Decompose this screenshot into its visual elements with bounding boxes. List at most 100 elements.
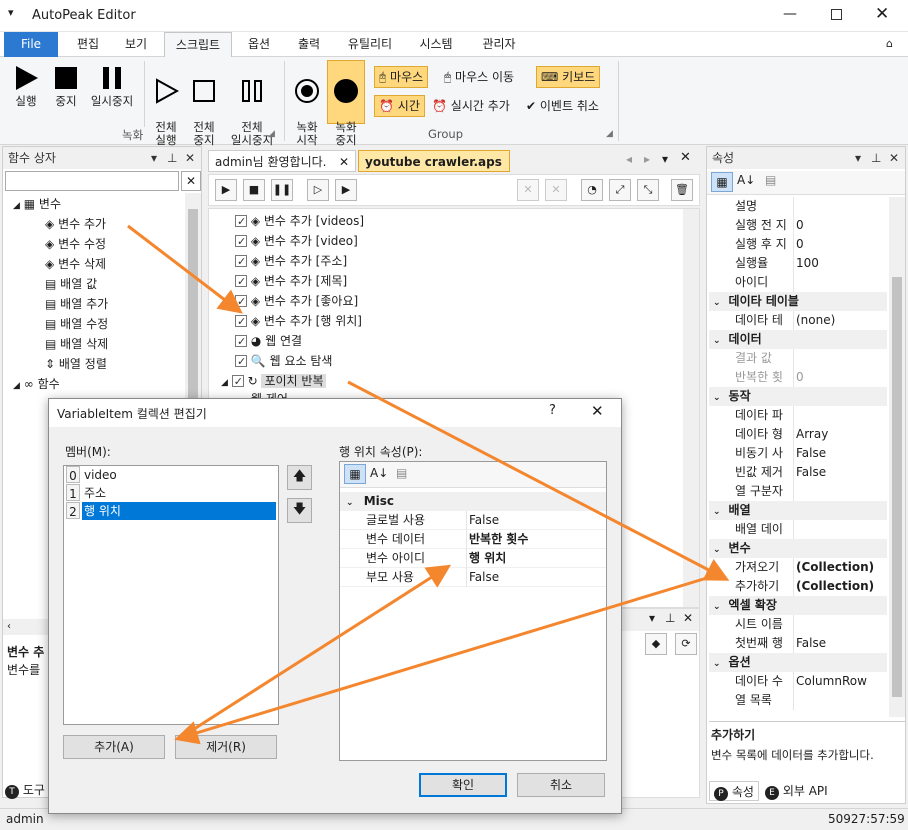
cancel-button[interactable]: 취소 bbox=[517, 773, 605, 797]
script-line[interactable]: ◕ 웹 연결 bbox=[235, 331, 302, 352]
function-search-input[interactable] bbox=[5, 171, 179, 191]
tab-system[interactable]: 시스템 bbox=[410, 32, 462, 57]
member-item[interactable]: 1 주소 bbox=[64, 484, 278, 502]
dialog-launcher-icon[interactable]: ◢ bbox=[268, 129, 275, 139]
help-icon[interactable]: ? bbox=[549, 403, 556, 418]
category-variable[interactable]: ◢ ▦ 변수 bbox=[13, 194, 61, 214]
run-all-button[interactable]: 전체 실행 bbox=[148, 65, 184, 147]
mouse-toggle[interactable]: 🖰 마우스 bbox=[374, 66, 429, 88]
panel-close-icon[interactable]: ✕ bbox=[889, 147, 899, 169]
property-row[interactable]: 아이디 bbox=[709, 273, 887, 292]
clear-search-icon[interactable]: ✕ bbox=[181, 171, 201, 191]
tab-external-api[interactable]: E 외부 API bbox=[761, 781, 832, 801]
tab-admin[interactable]: 관리자 bbox=[470, 32, 528, 57]
dialog-property-row[interactable]: 변수 아이디 행 위치 bbox=[340, 549, 606, 568]
property-category[interactable]: ⌄ 데이터 bbox=[709, 330, 887, 349]
properties-scrollbar[interactable] bbox=[889, 197, 905, 717]
property-category[interactable]: ⌄ 데이타 테이블 bbox=[709, 292, 887, 311]
add-button[interactable]: 추가(A) bbox=[63, 735, 165, 759]
property-row[interactable]: 열 목록 bbox=[709, 691, 887, 710]
mouse-move-toggle[interactable]: 🖱 마우스 이동 bbox=[444, 66, 514, 88]
doc-tab-welcome[interactable]: admin님 환영합니다. ✕ bbox=[208, 150, 356, 172]
func-array-delete[interactable]: ▤ 배열 삭제 bbox=[45, 334, 108, 354]
doc-tab-crawler[interactable]: youtube crawler.aps bbox=[358, 150, 510, 172]
property-row[interactable]: 데이타 형 Array bbox=[709, 425, 887, 444]
tab-view[interactable]: 보기 bbox=[114, 32, 158, 57]
pin-icon[interactable]: ⊥ bbox=[665, 611, 675, 625]
property-category[interactable]: ⌄ 엑셀 확장 bbox=[709, 596, 887, 615]
sort-az-icon[interactable]: A↓ bbox=[737, 173, 755, 187]
panel-menu-icon[interactable]: ▾ bbox=[649, 611, 655, 625]
member-item[interactable]: 0 video bbox=[64, 466, 278, 484]
delete-icon[interactable]: 🗑 bbox=[671, 179, 693, 201]
checkbox[interactable] bbox=[235, 352, 247, 372]
pin-icon[interactable]: ⊥ bbox=[167, 147, 177, 169]
record-stop-button[interactable]: 녹화 중지 bbox=[327, 60, 365, 147]
property-row[interactable]: 반복한 횟 0 bbox=[709, 368, 887, 387]
panel-close-icon[interactable]: ✕ bbox=[683, 611, 693, 625]
run-frame-icon[interactable]: ▶ bbox=[335, 179, 357, 201]
record-start-button[interactable]: 녹화 시작 bbox=[288, 65, 326, 147]
maximize-icon[interactable] bbox=[831, 9, 842, 20]
misc-category[interactable]: ⌄ Misc bbox=[340, 492, 606, 511]
checkbox[interactable] bbox=[235, 232, 247, 252]
property-row[interactable]: 열 구분자 bbox=[709, 482, 887, 501]
members-list[interactable]: 0 video 1 주소 2 행 위치 bbox=[63, 465, 279, 725]
checkbox[interactable] bbox=[235, 332, 247, 352]
func-delete-variable[interactable]: ◈ 변수 삭제 bbox=[45, 254, 106, 274]
stop-all-button[interactable]: 전체 중지 bbox=[186, 65, 222, 147]
capture-icon[interactable]: ◔ bbox=[581, 179, 603, 201]
property-row[interactable]: 데이타 테 (none) bbox=[709, 311, 887, 330]
stop-button[interactable]: 중지 bbox=[48, 65, 84, 108]
script-line[interactable]: 🔍 웹 요소 탐색 bbox=[235, 351, 332, 372]
keyboard-toggle[interactable]: ⌨ 키보드 bbox=[536, 66, 601, 88]
property-row[interactable]: 첫번째 행 False bbox=[709, 634, 887, 653]
tab-output[interactable]: 출력 bbox=[288, 32, 330, 57]
editor-scrollbar[interactable] bbox=[683, 209, 699, 607]
move-up-button[interactable]: 🡅 bbox=[287, 465, 312, 490]
cancel-event-toggle[interactable]: ✔ 이벤트 취소 bbox=[526, 95, 599, 117]
checkbox[interactable] bbox=[235, 252, 247, 272]
property-row[interactable]: 데이타 수 ColumnRow bbox=[709, 672, 887, 691]
property-row[interactable]: 추가하기 (Collection) bbox=[709, 577, 887, 596]
property-row[interactable]: 설명 bbox=[709, 197, 887, 216]
checkbox[interactable] bbox=[231, 372, 244, 392]
property-row[interactable]: 실행율 100 bbox=[709, 254, 887, 273]
move-down-button[interactable]: 🡇 bbox=[287, 498, 312, 523]
func-array-edit[interactable]: ▤ 배열 수정 bbox=[45, 314, 108, 334]
tab-list-icon[interactable]: ▾ bbox=[662, 152, 668, 166]
collapse-icon[interactable]: ⤡ bbox=[637, 179, 659, 201]
property-row[interactable]: 결과 값 bbox=[709, 349, 887, 368]
property-row[interactable]: 가져오기 (Collection) bbox=[709, 558, 887, 577]
pause-button[interactable]: 일시중지 bbox=[86, 65, 138, 108]
pin-icon[interactable]: ⊥ bbox=[871, 147, 881, 169]
func-array-value[interactable]: ▤ 배열 값 bbox=[45, 274, 97, 294]
checkbox[interactable] bbox=[235, 212, 247, 232]
categorized-icon[interactable]: ▦ bbox=[344, 464, 366, 484]
tab-edit[interactable]: 편집 bbox=[66, 32, 110, 57]
tab-scroll-left-icon[interactable]: ◂ bbox=[626, 152, 632, 166]
property-pages-icon[interactable]: ▤ bbox=[765, 173, 776, 187]
script-line[interactable]: ◈ 변수 추가 [좋아요] bbox=[235, 291, 358, 312]
time-toggle[interactable]: ⏰ 시간 bbox=[374, 95, 425, 117]
tab-options[interactable]: 옵션 bbox=[238, 32, 280, 57]
refresh-icon[interactable]: ⟳ bbox=[675, 633, 697, 655]
tab-properties[interactable]: P 속성 bbox=[709, 781, 759, 801]
tab-file[interactable]: File bbox=[4, 32, 58, 57]
checkbox[interactable] bbox=[235, 292, 247, 312]
remove-button[interactable]: 제거(R) bbox=[175, 735, 277, 759]
tab-utility[interactable]: 유틸리티 bbox=[338, 32, 402, 57]
categorized-icon[interactable]: ▦ bbox=[711, 172, 733, 192]
close-icon[interactable]: ✕ bbox=[875, 4, 889, 24]
tab-scroll-right-icon[interactable]: ▸ bbox=[644, 152, 650, 166]
script-line[interactable]: ◈ 변수 추가 [주소] bbox=[235, 251, 347, 272]
scroll-thumb[interactable] bbox=[188, 209, 198, 409]
ok-button[interactable]: 확인 bbox=[419, 773, 507, 797]
fill-icon[interactable]: ◆ bbox=[645, 633, 667, 655]
run-button[interactable]: 실행 bbox=[8, 65, 44, 108]
step-icon[interactable]: ▷ bbox=[307, 179, 329, 201]
expand-icon[interactable]: ⤢ bbox=[609, 179, 631, 201]
dialog-property-row[interactable]: 글로벌 사용 False bbox=[340, 511, 606, 530]
panel-menu-icon[interactable]: ▾ bbox=[151, 147, 157, 169]
realtime-add-toggle[interactable]: ⏰ 실시간 추가 bbox=[432, 95, 510, 117]
